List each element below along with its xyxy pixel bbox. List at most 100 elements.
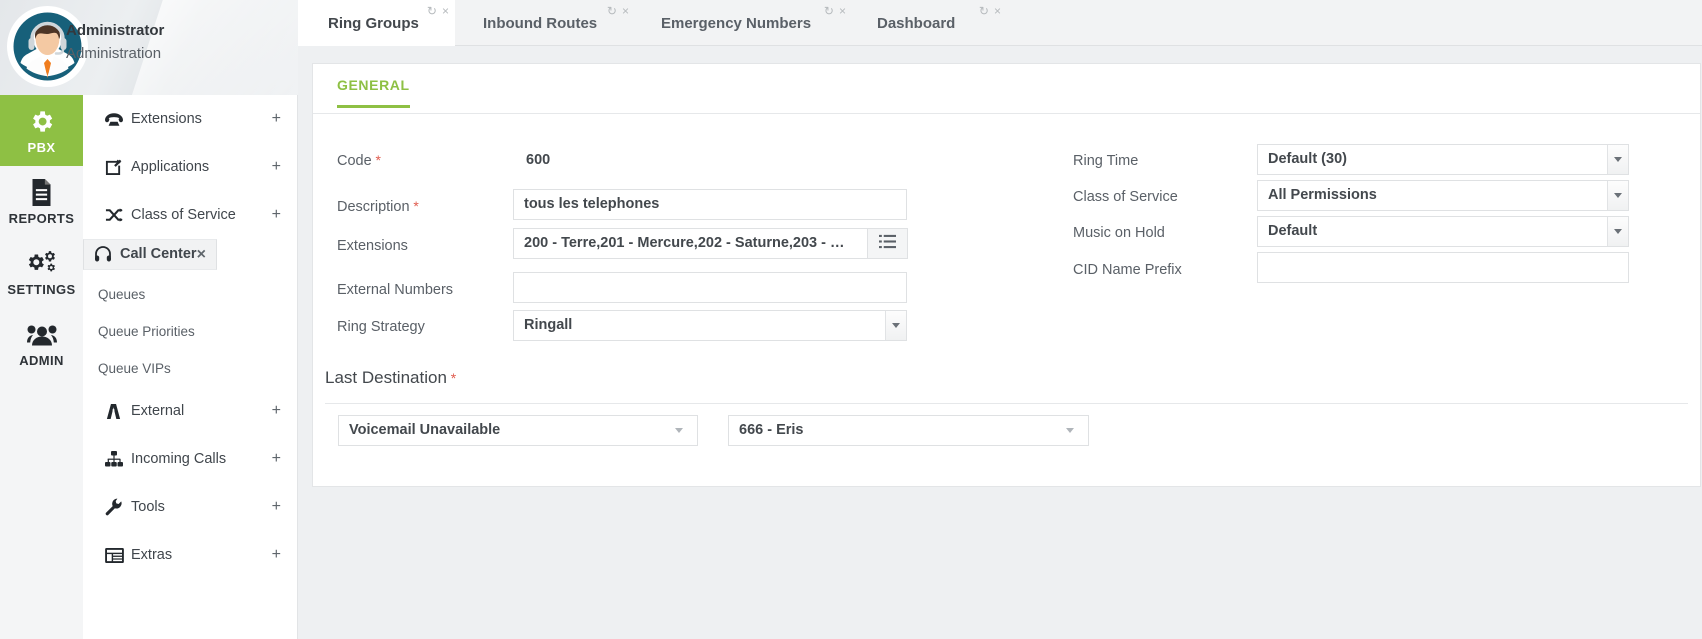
chevron-down-icon	[1607, 181, 1628, 210]
class-of-service-label: Class of Service	[1073, 189, 1178, 205]
menu-item-class-of-service[interactable]: Class of Service +	[83, 191, 297, 239]
music-on-hold-label: Music on Hold	[1073, 225, 1165, 241]
phone-icon	[105, 112, 131, 127]
menu-item-extensions[interactable]: Extensions +	[83, 95, 297, 143]
code-label-text: Code	[337, 153, 372, 169]
refresh-icon[interactable]: ↻	[607, 5, 617, 17]
last-destination-target-select[interactable]: 666 - Eris	[728, 415, 1089, 446]
list-icon	[879, 234, 896, 253]
close-icon[interactable]: ×	[622, 5, 629, 17]
last-destination-title: Last Destination *	[325, 368, 456, 388]
last-destination-type-select[interactable]: Voicemail Unavailable	[338, 415, 698, 446]
close-icon[interactable]: ×	[442, 5, 449, 17]
rail-item-admin[interactable]: ADMIN	[0, 308, 83, 379]
menu-item-incoming-calls[interactable]: Incoming Calls +	[83, 435, 297, 483]
close-icon[interactable]: ×	[994, 5, 1001, 17]
highway-icon	[105, 403, 131, 420]
tab-dashboard[interactable]: Dashboard ↻ ×	[852, 0, 1007, 46]
tab-dashboard-label: Dashboard	[877, 14, 956, 32]
description-label: Description *	[337, 198, 419, 215]
rail-item-settings-label: SETTINGS	[7, 281, 76, 297]
music-on-hold-value: Default	[1268, 223, 1318, 239]
close-icon[interactable]: ×	[839, 5, 846, 17]
extensions-picker-button[interactable]	[868, 228, 908, 259]
required-asterisk: *	[446, 370, 457, 386]
menu-item-external-expand[interactable]: +	[272, 403, 281, 419]
submenu-item-queue-vips-label: Queue VIPs	[98, 361, 171, 376]
user-name: Administrator	[66, 22, 165, 39]
submenu-item-queue-priorities[interactable]: Queue Priorities	[83, 313, 297, 350]
menu-item-call-center-collapse[interactable]: ×	[197, 246, 206, 263]
users-icon	[26, 320, 57, 350]
tab-inbound-routes[interactable]: Inbound Routes ↻ ×	[455, 0, 635, 46]
content-area: GENERAL Code * 600 Description * tous le…	[298, 46, 1702, 639]
menu-item-applications-expand[interactable]: +	[272, 159, 281, 175]
refresh-icon[interactable]: ↻	[427, 5, 437, 17]
refresh-icon[interactable]: ↻	[824, 5, 834, 17]
tab-general[interactable]: GENERAL	[337, 77, 410, 108]
code-value: 600	[526, 152, 551, 168]
ring-group-form-card: GENERAL Code * 600 Description * tous le…	[312, 63, 1701, 487]
submenu-item-queues[interactable]: Queues	[83, 276, 297, 313]
chevron-down-icon	[669, 416, 689, 445]
rail-item-admin-label: ADMIN	[19, 352, 64, 368]
rail-item-settings[interactable]: SETTINGS	[0, 237, 83, 308]
chevron-down-icon	[1607, 145, 1628, 174]
music-on-hold-select[interactable]: Default	[1257, 216, 1629, 247]
cid-name-prefix-label: CID Name Prefix	[1073, 262, 1182, 278]
rail-item-pbx[interactable]: PBX	[0, 95, 83, 166]
menu-item-tools-label: Tools	[131, 499, 165, 515]
tab-emergency-numbers[interactable]: Emergency Numbers ↻ ×	[635, 0, 852, 46]
ring-strategy-select[interactable]: Ringall	[513, 310, 907, 341]
rail-item-reports-label: REPORTS	[8, 210, 75, 226]
menu-item-tools-expand[interactable]: +	[272, 499, 281, 515]
tab-emergency-numbers-tools: ↻ ×	[824, 5, 846, 17]
menu-item-applications[interactable]: Applications +	[83, 143, 297, 191]
last-destination-target-value: 666 - Eris	[739, 422, 804, 438]
rail-item-reports[interactable]: REPORTS	[0, 166, 83, 237]
sitemap-icon	[105, 451, 131, 467]
tab-dashboard-tools: ↻ ×	[979, 5, 1001, 17]
refresh-icon[interactable]: ↻	[979, 5, 989, 17]
submenu-item-queue-vips[interactable]: Queue VIPs	[83, 350, 297, 387]
menu-item-class-of-service-expand[interactable]: +	[272, 207, 281, 223]
ring-time-select[interactable]: Default (30)	[1257, 144, 1629, 175]
card-tab-bar: GENERAL	[313, 64, 1700, 114]
code-label: Code *	[337, 152, 381, 169]
menu-item-extras-label: Extras	[131, 547, 173, 563]
user-role: Administration	[66, 45, 162, 62]
last-destination-divider	[325, 403, 1688, 404]
description-label-text: Description	[337, 199, 410, 215]
menu-item-external[interactable]: External +	[83, 387, 297, 435]
headset-icon	[94, 246, 120, 263]
tab-inbound-routes-tools: ↻ ×	[607, 5, 629, 17]
tab-general-label: GENERAL	[337, 77, 410, 93]
menu-item-extras[interactable]: Extras +	[83, 531, 297, 579]
required-asterisk: *	[409, 198, 419, 214]
tab-ring-groups-label: Ring Groups	[328, 14, 419, 32]
menu-item-call-center[interactable]: Call Center ×	[83, 239, 217, 270]
chevron-down-icon	[1060, 416, 1080, 445]
class-of-service-select[interactable]: All Permissions	[1257, 180, 1629, 211]
menu-item-incoming-calls-expand[interactable]: +	[272, 451, 281, 467]
tab-ring-groups[interactable]: Ring Groups ↻ ×	[298, 0, 455, 46]
shuffle-icon	[105, 207, 131, 223]
menu-item-call-center-label: Call Center	[120, 246, 197, 262]
tab-ring-groups-tools: ↻ ×	[427, 5, 449, 17]
menu-item-extensions-expand[interactable]: +	[272, 111, 281, 127]
menu-item-class-of-service-label: Class of Service	[131, 207, 236, 223]
last-destination-title-text: Last Destination	[325, 368, 447, 387]
cid-name-prefix-input[interactable]	[1257, 252, 1629, 283]
ring-strategy-value: Ringall	[524, 317, 573, 333]
description-input[interactable]: tous les telephones	[513, 189, 907, 220]
extensions-input[interactable]: 200 - Terre,201 - Mercure,202 - Saturne,…	[513, 228, 868, 259]
ring-time-value: Default (30)	[1268, 151, 1347, 167]
menu-item-tools[interactable]: Tools +	[83, 483, 297, 531]
tab-bar: Ring Groups ↻ × Inbound Routes ↻ × Emerg…	[298, 0, 1702, 46]
tab-emergency-numbers-label: Emergency Numbers	[661, 14, 812, 32]
menu-item-extras-expand[interactable]: +	[272, 547, 281, 563]
chevron-down-icon	[1607, 217, 1628, 246]
user-profile-header: Administrator Administration	[0, 0, 298, 95]
menu-item-external-label: External	[131, 403, 185, 419]
external-numbers-input[interactable]	[513, 272, 907, 303]
